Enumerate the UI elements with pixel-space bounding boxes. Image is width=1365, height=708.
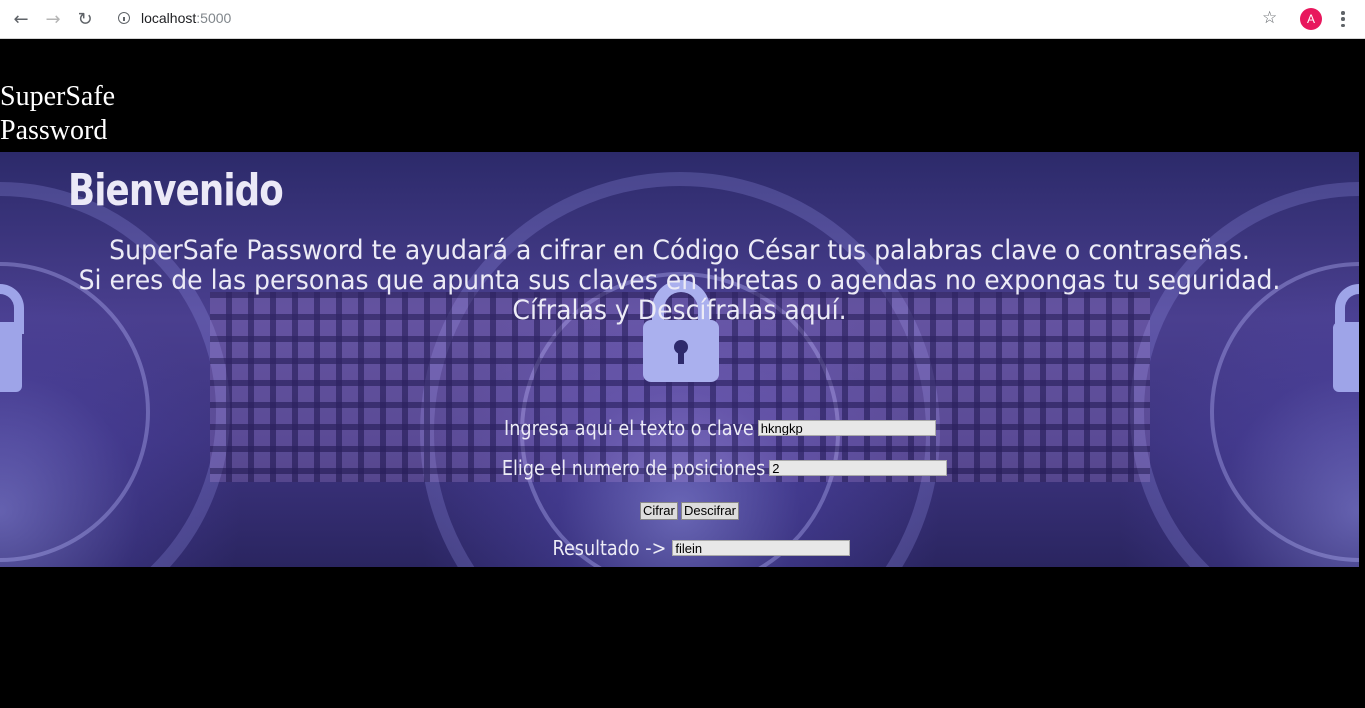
positions-input[interactable] — [769, 460, 948, 476]
result-label: Resultado -> — [552, 536, 667, 560]
browser-toolbar: ← → ↻ localhost:5000 ☆ A — [0, 0, 1365, 39]
intro-text: SuperSafe Password te ayudará a cifrar e… — [48, 236, 1312, 326]
back-arrow-icon[interactable]: ← — [10, 8, 32, 30]
reload-icon[interactable]: ↻ — [74, 8, 96, 30]
decrypt-button[interactable]: Descifrar — [681, 502, 740, 520]
menu-dots-icon[interactable] — [1336, 9, 1350, 29]
keyhole-icon — [674, 340, 688, 364]
result-field[interactable] — [672, 540, 851, 556]
result-row: Resultado -> — [537, 536, 851, 560]
url-port: :5000 — [196, 10, 232, 26]
encrypt-button[interactable]: Cifrar — [640, 502, 678, 520]
intro-line: Si eres de las personas que apunta sus c… — [78, 265, 1281, 296]
lock-icon — [0, 322, 22, 392]
star-icon[interactable]: ☆ — [1262, 8, 1277, 28]
url-text[interactable]: localhost:5000 — [141, 10, 231, 26]
intro-line: Cífralas y Descífralas aquí. — [512, 295, 847, 326]
text-row: Ingresa aqui el texto o clave — [470, 416, 936, 440]
site-title-line1: SuperSafe — [0, 81, 116, 112]
url-host: localhost — [141, 10, 197, 26]
site-title-line2: Password — [0, 115, 108, 146]
positions-row: Elige el numero de posiciones — [466, 456, 948, 480]
positions-label: Elige el numero de posiciones — [501, 456, 766, 480]
info-icon[interactable] — [118, 12, 130, 24]
text-input[interactable] — [757, 420, 936, 436]
address-bar[interactable]: localhost:5000 — [106, 5, 1286, 33]
avatar[interactable]: A — [1300, 8, 1322, 30]
intro-line: SuperSafe Password te ayudará a cifrar e… — [109, 235, 1250, 266]
lock-icon — [1333, 322, 1359, 392]
hero-banner: Bienvenido SuperSafe Password te ayudará… — [0, 152, 1359, 567]
welcome-heading: Bienvenido — [68, 165, 284, 216]
site-title: SuperSafe Password — [0, 80, 115, 148]
text-label: Ingresa aqui el texto o clave — [504, 416, 754, 440]
forward-arrow-icon[interactable]: → — [42, 8, 64, 30]
